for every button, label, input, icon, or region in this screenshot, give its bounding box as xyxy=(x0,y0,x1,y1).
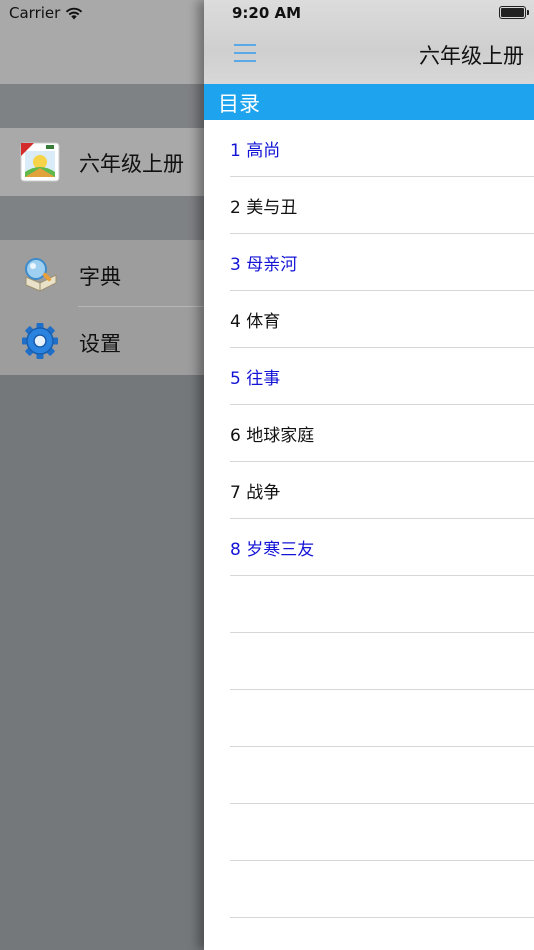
side-menu-item-settings[interactable]: 设置 xyxy=(0,307,210,375)
lesson-item[interactable]: 1 高尚 xyxy=(204,120,534,177)
side-menu-item-book[interactable]: 六年级上册 xyxy=(0,128,210,196)
dictionary-icon xyxy=(25,258,57,292)
status-time: 9:20 AM xyxy=(231,4,302,22)
lesson-item[interactable]: 5 往事 xyxy=(204,348,534,405)
carrier-label: Carrier xyxy=(9,4,61,22)
side-menu-item-label: 字典 xyxy=(79,265,121,289)
lesson-title: 4 体育 xyxy=(230,312,281,332)
lesson-title: 6 地球家庭 xyxy=(230,426,315,446)
row-divider xyxy=(230,917,534,918)
row-divider xyxy=(230,632,534,633)
lesson-title: 2 美与丑 xyxy=(230,198,298,218)
battery-icon xyxy=(499,6,529,19)
wifi-icon xyxy=(66,7,83,19)
row-divider xyxy=(230,803,534,804)
lesson-title: 3 母亲河 xyxy=(230,255,298,275)
lesson-item[interactable]: 8 岁寒三友 xyxy=(204,519,534,576)
page-title: 六年级上册 xyxy=(419,44,524,68)
side-menu-item-dictionary[interactable]: 字典 xyxy=(0,240,210,306)
side-menu-item-label: 六年级上册 xyxy=(79,152,184,176)
lesson-title: 8 岁寒三友 xyxy=(230,540,315,560)
lesson-title: 7 战争 xyxy=(230,483,281,503)
lesson-item[interactable]: 4 体育 xyxy=(204,291,534,348)
gear-icon xyxy=(22,323,58,359)
nav-bar: 9:20 AM 六年级上册 xyxy=(204,0,534,84)
lesson-item[interactable]: 7 战争 xyxy=(204,462,534,519)
book-cover-icon xyxy=(20,142,60,182)
row-divider xyxy=(230,860,534,861)
section-title: 目录 xyxy=(218,92,260,116)
content-panel: 9:20 AM 六年级上册 目录 1 高尚 2 美与丑 3 母亲河 4 体育 5 xyxy=(204,0,534,950)
lesson-title: 1 高尚 xyxy=(230,141,281,161)
lesson-item[interactable]: 2 美与丑 xyxy=(204,177,534,234)
row-divider xyxy=(230,746,534,747)
menu-button[interactable] xyxy=(234,42,258,64)
row-divider xyxy=(230,689,534,690)
side-menu-item-label: 设置 xyxy=(79,332,121,356)
section-header: 目录 xyxy=(204,84,534,120)
status-carrier: Carrier xyxy=(9,4,83,22)
row-divider xyxy=(230,575,534,576)
lesson-item[interactable]: 3 母亲河 xyxy=(204,234,534,291)
lesson-title: 5 往事 xyxy=(230,369,281,389)
lesson-item[interactable]: 6 地球家庭 xyxy=(204,405,534,462)
